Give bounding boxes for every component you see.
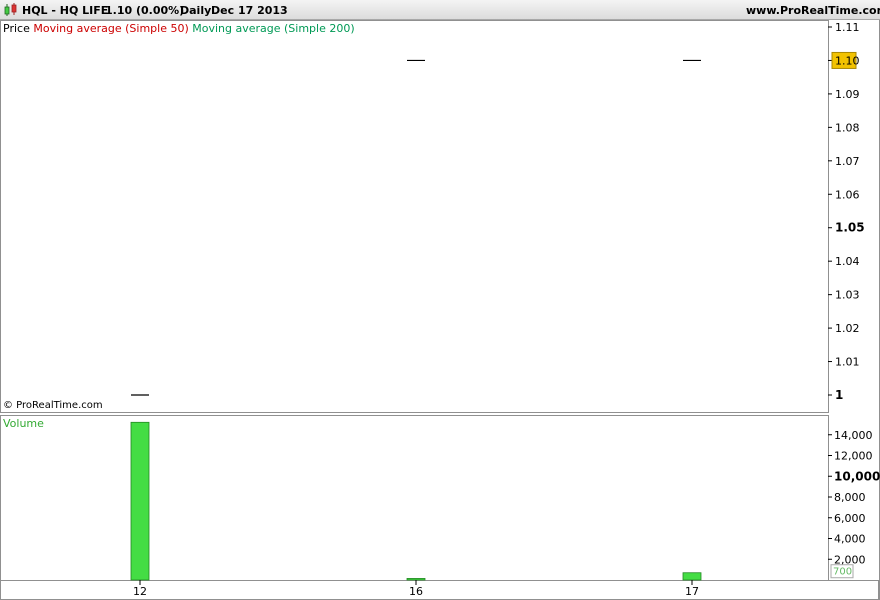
volume-panel-frame [0, 415, 829, 581]
volume-y-tick-label: 4,000 [834, 533, 866, 546]
volume-y-tick-label: 12,000 [834, 450, 873, 463]
volume-bar [130, 421, 150, 581]
price-y-tick-label: 1.05 [835, 221, 865, 235]
copyright-label: © ProRealTime.com [3, 400, 103, 411]
volume-y-tick-label: 10,000 [834, 469, 880, 483]
legend-ma50[interactable]: Moving average (Simple 50) [33, 22, 188, 35]
candlestick-icon [4, 3, 17, 16]
price-y-tick-label: 1.04 [835, 255, 860, 268]
price-y-tick-label: 1.08 [835, 121, 860, 134]
price-y-tick-label: 1.10 [835, 54, 860, 67]
price-y-tick-label: 1.11 [835, 21, 860, 34]
chart-canvas: 1.11 1.10 1.09 1.08 1.07 1.06 1.05 1.04 1.03 1.02… [0, 20, 880, 600]
legend-price[interactable]: Price [3, 22, 30, 35]
symbol-title: HQL - HQ LIFE [22, 4, 109, 17]
volume-bar [682, 572, 702, 581]
price-y-tick-label: 1.07 [835, 155, 860, 168]
legend-volume[interactable]: Volume [3, 417, 44, 430]
price-legend: Price Moving average (Simple 50) Moving … [3, 22, 355, 35]
website-link[interactable]: www.ProRealTime.com [746, 4, 880, 17]
volume-current-label: 700 [833, 567, 852, 578]
price-y-tick-label: 1 [835, 388, 843, 402]
price-panel-frame [0, 20, 829, 413]
period-label: Daily [180, 4, 212, 17]
volume-y-tick-label: 8,000 [834, 491, 866, 504]
last-price: 1.10 (0.00%) [105, 4, 185, 17]
price-y-tick-label: 1.02 [835, 322, 860, 335]
volume-bar [406, 578, 426, 581]
price-y-tick-label: 1.01 [835, 356, 860, 369]
x-tick-label: 17 [685, 585, 699, 598]
price-y-tick-label: 1.03 [835, 289, 860, 302]
legend-ma200[interactable]: Moving average (Simple 200) [192, 22, 354, 35]
date-label: Dec 17 2013 [211, 4, 288, 17]
price-y-tick-label: 1.06 [835, 188, 860, 201]
price-y-tick-label: 1.09 [835, 88, 860, 101]
x-tick-label: 16 [409, 585, 423, 598]
x-tick-label: 12 [133, 585, 147, 598]
volume-y-tick-label: 14,000 [834, 429, 873, 442]
chart-header: HQL - HQ LIFE 1.10 (0.00%) Daily Dec 17 … [0, 0, 880, 20]
volume-y-tick-label: 6,000 [834, 512, 866, 525]
